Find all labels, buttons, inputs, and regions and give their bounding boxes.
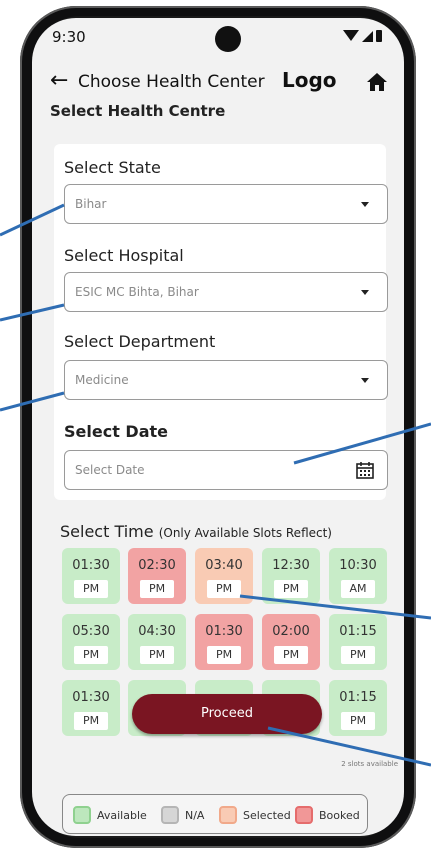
pointer-line (0, 203, 65, 237)
pointer-line (0, 391, 65, 412)
annotation-pointers (0, 203, 431, 767)
pointer-line (267, 726, 431, 767)
pointer-line (293, 422, 431, 465)
pointer-line (0, 303, 65, 322)
pointer-line (239, 594, 431, 620)
